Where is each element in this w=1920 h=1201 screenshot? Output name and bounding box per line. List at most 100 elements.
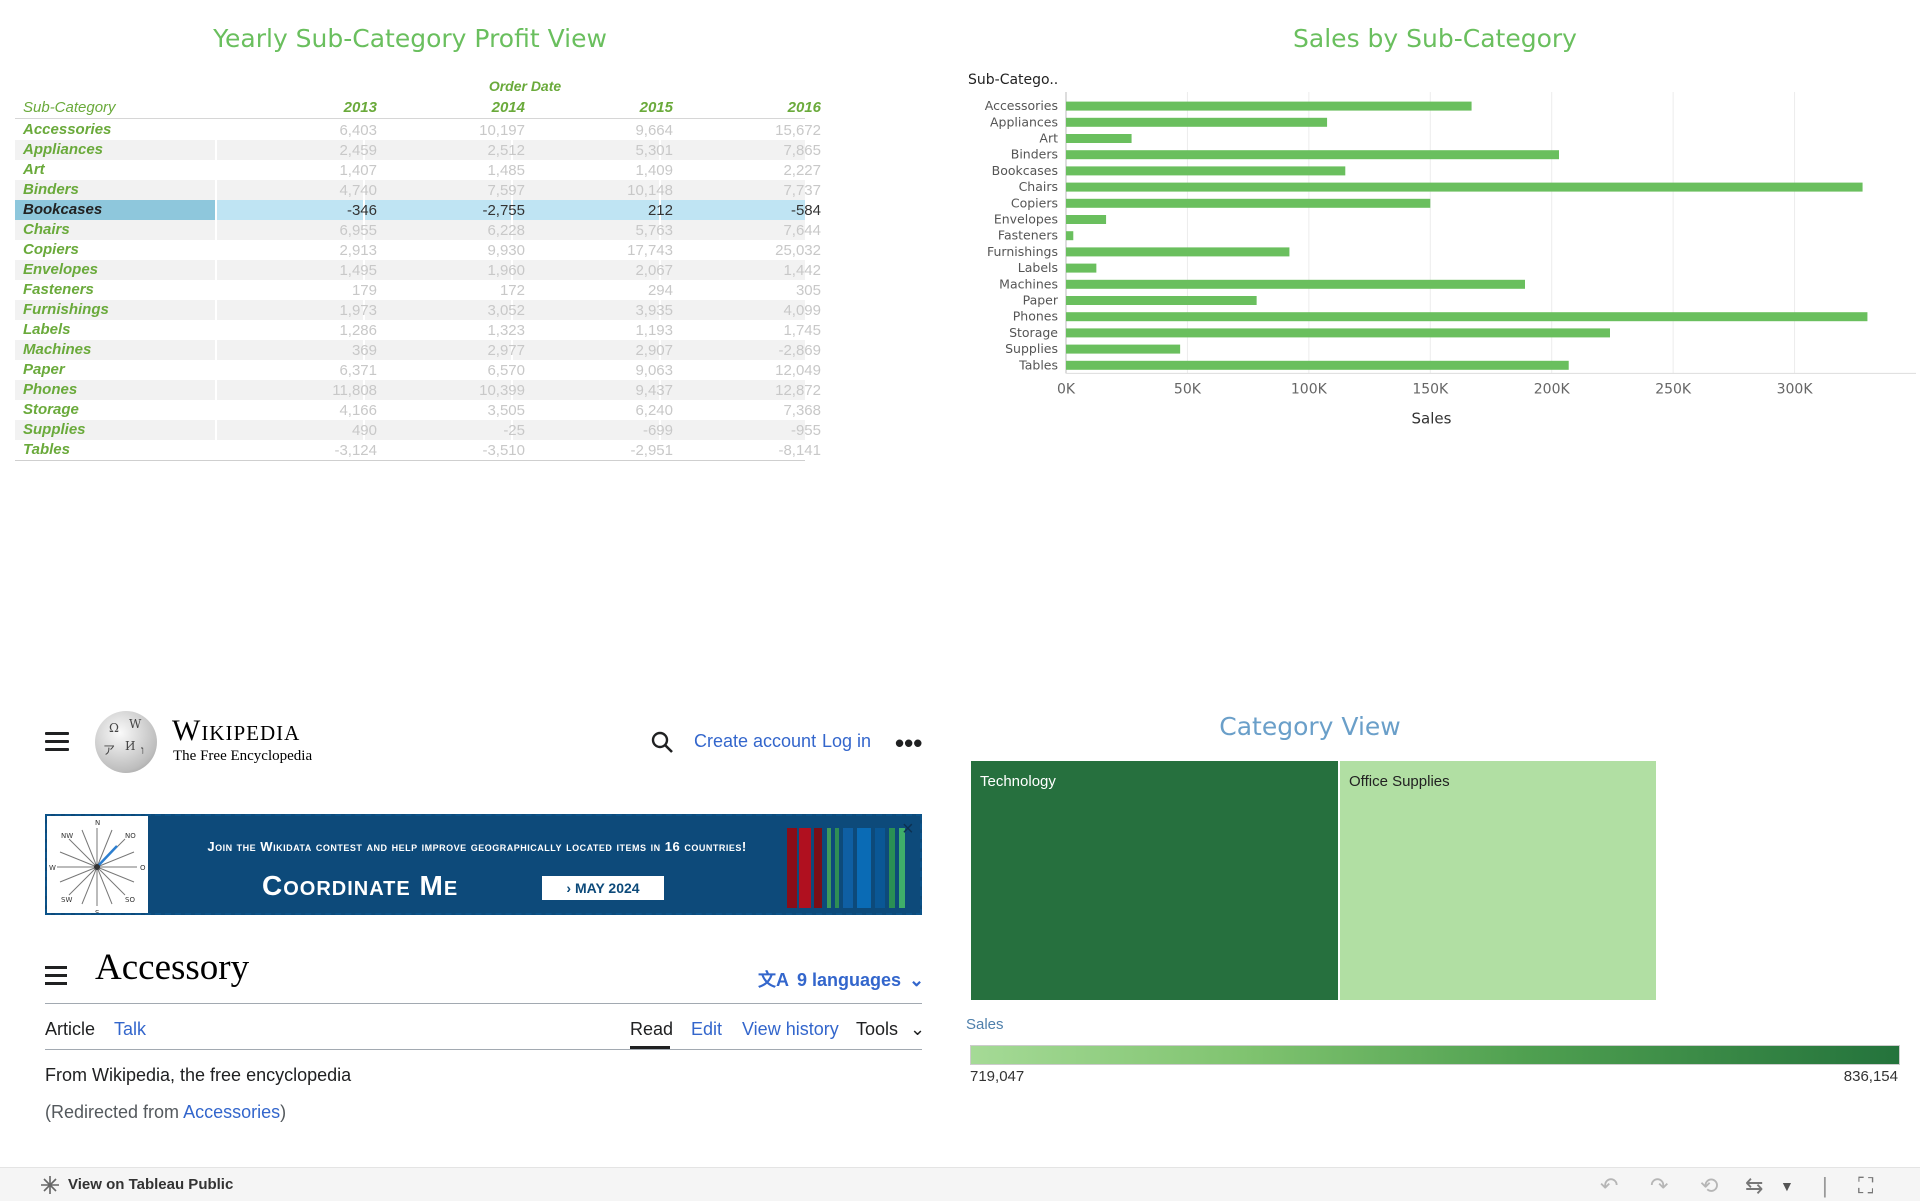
bar-labels[interactable]	[1066, 263, 1097, 273]
category-label[interactable]: Fasteners	[998, 228, 1058, 243]
profit-cell[interactable]: 1,193	[533, 322, 673, 339]
category-label[interactable]: Bookcases	[992, 163, 1058, 178]
profit-cell[interactable]: 6,403	[237, 122, 377, 139]
profit-cell[interactable]: 1,323	[385, 322, 525, 339]
bar-supplies[interactable]	[1066, 344, 1181, 354]
profit-cell[interactable]: 1,960	[385, 262, 525, 279]
profit-cell[interactable]: 12,872	[681, 382, 821, 399]
treemap-cell-technology[interactable]: Technology	[971, 761, 1338, 1000]
profit-cell[interactable]: 2,977	[385, 342, 525, 359]
profit-cell[interactable]: 10,197	[385, 122, 525, 139]
profit-cell[interactable]: -3,510	[385, 442, 525, 459]
row-label[interactable]: Storage	[23, 401, 79, 418]
profit-cell[interactable]: 2,913	[237, 242, 377, 259]
profit-cell[interactable]: 6,240	[533, 402, 673, 419]
profit-cell[interactable]: 9,930	[385, 242, 525, 259]
profit-cell[interactable]: 6,228	[385, 222, 525, 239]
profit-cell[interactable]: 4,099	[681, 302, 821, 319]
dropdown-icon[interactable]: ▼	[1780, 1178, 1794, 1194]
row-label[interactable]: Supplies	[23, 421, 86, 438]
log-in-link[interactable]: Log in	[822, 731, 871, 752]
profit-cell[interactable]: 25,032	[681, 242, 821, 259]
table-row[interactable]: Tables -3,124 -3,510 -2,951 -8,141	[15, 440, 821, 460]
view-on-tableau-public-link[interactable]: View on Tableau Public	[68, 1176, 233, 1193]
profit-cell[interactable]: 17,743	[533, 242, 673, 259]
row-label[interactable]: Binders	[23, 181, 79, 198]
profit-cell[interactable]: 4,166	[237, 402, 377, 419]
profit-cell[interactable]: 7,644	[681, 222, 821, 239]
tab-view-history[interactable]: View history	[742, 1019, 839, 1040]
row-label[interactable]: Furnishings	[23, 301, 109, 318]
row-label[interactable]: Accessories	[23, 121, 111, 138]
tab-tools[interactable]: Tools	[856, 1019, 898, 1040]
year-header-2015[interactable]: 2015	[533, 99, 673, 116]
category-label[interactable]: Copiers	[1011, 195, 1058, 210]
profit-cell[interactable]: 11,808	[237, 382, 377, 399]
bar-art[interactable]	[1066, 134, 1132, 143]
banner-date-button[interactable]: › MAY 2024	[542, 876, 664, 900]
tab-article[interactable]: Article	[45, 1019, 95, 1040]
table-row[interactable]: Fasteners 179 172 294 305	[15, 280, 821, 300]
profit-cell[interactable]: 7,597	[385, 182, 525, 199]
category-label[interactable]: Envelopes	[994, 212, 1058, 227]
tab-edit[interactable]: Edit	[691, 1019, 722, 1040]
table-row[interactable]: Copiers 2,913 9,930 17,743 25,032	[15, 240, 821, 260]
bar-accessories[interactable]	[1066, 101, 1472, 111]
profit-cell[interactable]: 3,052	[385, 302, 525, 319]
profit-cell[interactable]: 172	[385, 282, 525, 299]
table-row[interactable]: Machines 369 2,977 2,907 -2,869	[15, 340, 821, 360]
ellipsis-icon[interactable]: •••	[895, 728, 922, 759]
table-of-contents-icon[interactable]	[45, 966, 67, 990]
category-label[interactable]: Storage	[1009, 325, 1058, 340]
bar-appliances[interactable]	[1066, 117, 1328, 127]
year-header-2016[interactable]: 2016	[681, 99, 821, 116]
category-label[interactable]: Paper	[1023, 293, 1059, 308]
profit-cell[interactable]: -699	[533, 422, 673, 439]
row-label[interactable]: Chairs	[23, 221, 70, 238]
category-label[interactable]: Tables	[1018, 357, 1058, 372]
profit-cell[interactable]: 15,672	[681, 122, 821, 139]
category-label[interactable]: Chairs	[1019, 179, 1058, 194]
row-label[interactable]: Bookcases	[23, 201, 102, 218]
category-label[interactable]: Phones	[1013, 309, 1058, 324]
bar-envelopes[interactable]	[1066, 215, 1107, 224]
profit-cell[interactable]: 10,399	[385, 382, 525, 399]
profit-cell[interactable]: 12,049	[681, 362, 821, 379]
profit-cell[interactable]: -584	[681, 202, 821, 219]
profit-cell[interactable]: 9,437	[533, 382, 673, 399]
bar-furnishings[interactable]	[1066, 247, 1290, 257]
profit-cell[interactable]: 1,973	[237, 302, 377, 319]
profit-cell[interactable]: 3,505	[385, 402, 525, 419]
category-label[interactable]: Accessories	[985, 98, 1058, 113]
search-icon[interactable]	[650, 730, 674, 754]
table-row[interactable]: Accessories 6,403 10,197 9,664 15,672	[15, 120, 821, 140]
profit-cell[interactable]: 9,063	[533, 362, 673, 379]
table-row[interactable]: Chairs 6,955 6,228 5,763 7,644	[15, 220, 821, 240]
category-label[interactable]: Appliances	[990, 114, 1058, 129]
bar-fasteners[interactable]	[1066, 231, 1074, 241]
profit-cell[interactable]: -2,869	[681, 342, 821, 359]
create-account-link[interactable]: Create account	[694, 731, 816, 752]
tab-read[interactable]: Read	[630, 1019, 673, 1040]
category-label[interactable]: Art	[1039, 131, 1058, 146]
banner-close-icon[interactable]: ×	[902, 818, 914, 841]
row-label[interactable]: Tables	[23, 441, 70, 458]
table-row[interactable]: Envelopes 1,495 1,960 2,067 1,442	[15, 260, 821, 280]
table-row[interactable]: Appliances 2,459 2,512 5,301 7,865	[15, 140, 821, 160]
bar-storage[interactable]	[1066, 328, 1610, 338]
profit-cell[interactable]: 2,459	[237, 142, 377, 159]
table-row[interactable]: Binders 4,740 7,597 10,148 7,737	[15, 180, 821, 200]
sub-category-header[interactable]: Sub-Category	[23, 99, 116, 116]
profit-cell[interactable]: 9,664	[533, 122, 673, 139]
profit-cell[interactable]: 179	[237, 282, 377, 299]
profit-cell[interactable]: -346	[237, 202, 377, 219]
profit-cell[interactable]: 2,907	[533, 342, 673, 359]
hamburger-menu-icon[interactable]	[45, 732, 69, 756]
profit-cell[interactable]: 369	[237, 342, 377, 359]
bar-chairs[interactable]	[1066, 182, 1863, 192]
profit-cell[interactable]: 5,763	[533, 222, 673, 239]
row-label[interactable]: Appliances	[23, 141, 103, 158]
bar-paper[interactable]	[1066, 296, 1257, 305]
x-axis-title[interactable]: Sales	[1412, 409, 1452, 427]
tab-talk[interactable]: Talk	[114, 1019, 146, 1040]
